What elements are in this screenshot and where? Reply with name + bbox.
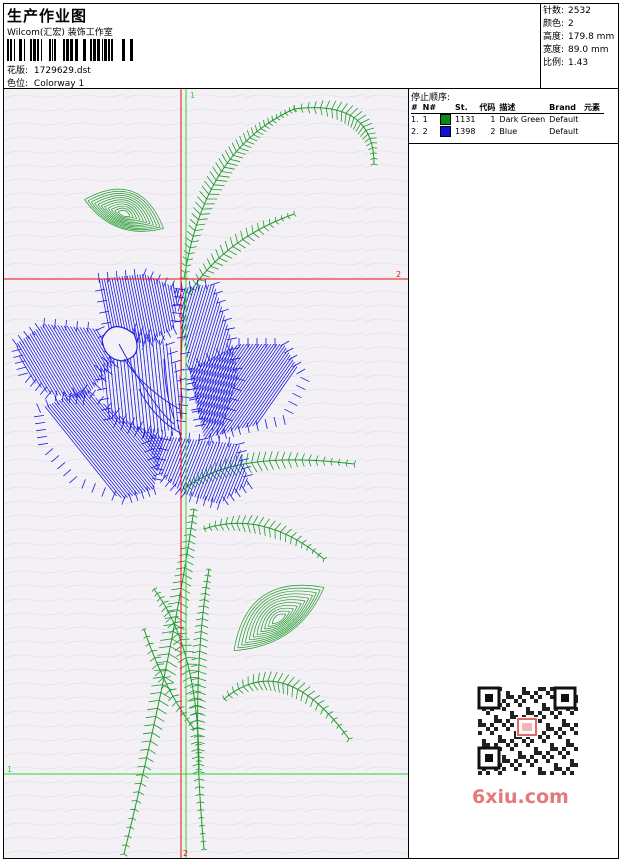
table-row: 1. 1 1131 1 Dark Green Default (411, 114, 579, 125)
color-swatch (440, 114, 452, 125)
column-header: 元素 (584, 102, 605, 114)
stat-stitches: 针数: 2532 (543, 6, 591, 16)
design-file-label: 花版: (7, 66, 29, 76)
company-name: Wilcom(汇宏) 装饰工作室 (7, 28, 113, 38)
table-row: 2. 2 1398 2 Blue Default (411, 126, 579, 137)
colorway-line: 色位: Colorway 1 (7, 76, 84, 89)
page-title: 生产作业图 (7, 7, 88, 25)
colorway-value: Colorway 1 (33, 79, 85, 89)
column-header: N# (422, 102, 441, 114)
stat-width: 宽度: 89.0 mm (543, 45, 609, 55)
qr-code (470, 681, 584, 777)
guide-label-left: 1 (7, 765, 12, 774)
design-file-value: 1729629.dst (33, 66, 91, 76)
header-info: 生产作业图 Wilcom(汇宏) 装饰工作室 花版: 1729629.dst 色… (4, 4, 541, 89)
design-file-line: 花版: 1729629.dst (7, 63, 91, 76)
guide-label-top: 1 (190, 91, 195, 100)
column-header: 描述 (499, 102, 550, 114)
watermark-text: 6xiu.com (472, 786, 569, 808)
guide-label-bottom: 2 (183, 849, 188, 858)
guide-label-right: 2 (396, 270, 401, 279)
stop-sequence-panel: 停止顺序: # N# St. 代码 描述 Brand 元素 1. 1 1131 … (409, 89, 618, 144)
column-header: 代码 (479, 102, 500, 114)
colorway-label: 色位: (7, 79, 29, 89)
embroidery-design: 1 2 2 1 (4, 89, 408, 858)
column-header: St. (455, 102, 480, 114)
barcode (7, 39, 133, 61)
stat-scale: 比例: 1.43 (543, 58, 589, 68)
column-header-swatch (440, 102, 456, 114)
stat-colors: 颜色: 2 (543, 19, 574, 29)
table-header-row: # N# St. 代码 描述 Brand 元素 (411, 102, 605, 114)
column-header: # (411, 102, 423, 114)
design-canvas: 1 2 2 1 (4, 89, 409, 858)
stats-panel: 针数: 2532 颜色: 2 高度: 179.8 mm 宽度: 89.0 mm 比例: 1… (541, 4, 618, 89)
stop-sequence-table: # N# St. 代码 描述 Brand 元素 1. 1 1131 1 Dark… (411, 102, 605, 138)
color-swatch (440, 126, 452, 137)
column-header: Brand (549, 102, 585, 114)
stat-height: 高度: 179.8 mm (543, 32, 615, 42)
